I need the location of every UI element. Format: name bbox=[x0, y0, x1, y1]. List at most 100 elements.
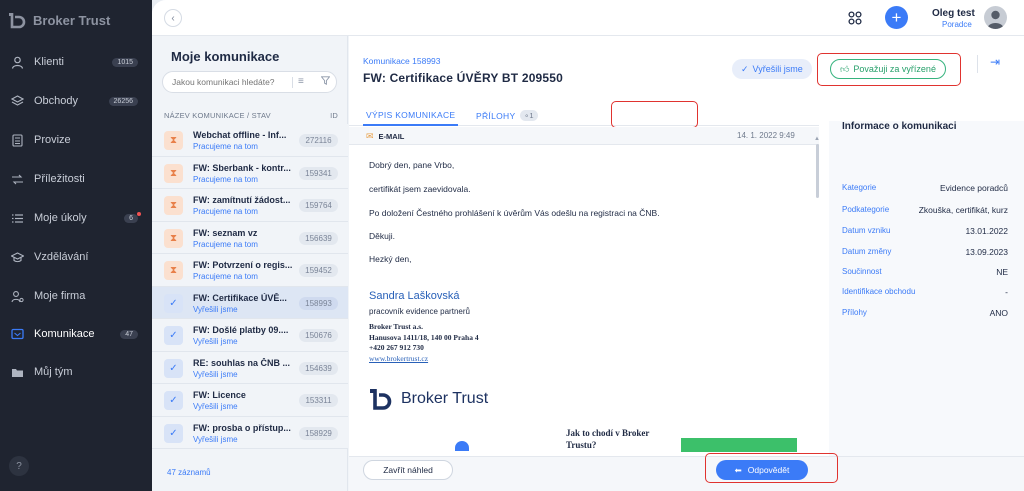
sidebar-item-prilezitosti[interactable]: Příležitosti bbox=[0, 164, 152, 194]
info-row-value: NE bbox=[996, 267, 1008, 277]
check-icon: ✓ bbox=[164, 293, 183, 313]
scroll-up-arrow-icon[interactable]: ▲ bbox=[814, 136, 820, 142]
search-box[interactable]: ≡ bbox=[162, 71, 337, 93]
signature-website-link[interactable]: www.brokertrust.cz bbox=[369, 354, 479, 365]
list-item-title: FW: prosba o přístup... bbox=[193, 422, 291, 433]
list-item[interactable]: ⧗ FW: zamítnutí žádost... Pracujeme na tom… bbox=[152, 189, 348, 222]
collapse-panel-icon[interactable]: ⇥ bbox=[990, 55, 1000, 69]
list-item[interactable]: ✓ FW: Licence Vyřešili jsme 153311 bbox=[152, 384, 348, 417]
list-item-status: Pracujeme na tom bbox=[193, 272, 258, 281]
resolved-status-button[interactable]: ✓ Vyřešili jsme bbox=[732, 59, 812, 79]
list-item[interactable]: ✓ FW: prosba o přístup... Vyřešili jsme 158… bbox=[152, 416, 348, 449]
sidebar-item-label: Vzdělávání bbox=[34, 251, 89, 263]
info-row: Kategorie Evidence poradců bbox=[842, 183, 1008, 201]
email-date: 14. 1. 2022 9:49 bbox=[737, 131, 795, 140]
list-icon bbox=[10, 211, 24, 225]
list-item-id: 158993 bbox=[299, 296, 338, 310]
create-new-button[interactable]: + bbox=[885, 6, 908, 29]
info-row-value: 13.09.2023 bbox=[965, 247, 1008, 257]
chat-icon bbox=[10, 327, 24, 341]
sidebar-item-klienti[interactable]: Klienti 1015 bbox=[0, 47, 152, 77]
info-row-value: Evidence poradců bbox=[939, 183, 1008, 193]
list-column-headers: NÁZEV KOMUNIKACE / STAV ID bbox=[164, 111, 338, 120]
info-row: Datum změny 13.09.2023 bbox=[842, 247, 1008, 265]
list-item[interactable]: ⧗ FW: Sberbank - kontr... Pracujeme na tom… bbox=[152, 156, 348, 189]
close-preview-button[interactable]: Zavřít náhled bbox=[363, 460, 453, 480]
info-row-key: Identifikace obchodu bbox=[842, 287, 916, 296]
sidebar-item-komunikace[interactable]: Komunikace 47 bbox=[0, 319, 152, 349]
list-item-title: Webchat offline - Inf... bbox=[193, 130, 287, 140]
avatar[interactable] bbox=[984, 6, 1007, 29]
info-row-key: Datum změny bbox=[842, 247, 892, 256]
communication-detail: Komunikace 158993 FW: Certifikace ÚVĚRY … bbox=[349, 36, 1024, 491]
sidebar-item-vzdelavani[interactable]: Vzdělávání bbox=[0, 242, 152, 272]
highlight-box-reply bbox=[705, 453, 838, 483]
user-name[interactable]: Oleg test bbox=[932, 8, 975, 19]
sidebar-item-muj-tym[interactable]: Můj tým bbox=[0, 357, 152, 387]
help-button[interactable]: ? bbox=[9, 456, 29, 476]
email-scrollbar[interactable] bbox=[816, 144, 819, 198]
promo-banner bbox=[681, 438, 797, 452]
info-row-key: Součinnost bbox=[842, 267, 882, 276]
info-row-value: - bbox=[1005, 287, 1008, 297]
list-item-title: RE: souhlas na ČNB ... bbox=[193, 357, 291, 368]
back-button[interactable]: ‹ bbox=[164, 9, 182, 27]
search-input[interactable] bbox=[172, 77, 292, 87]
hourglass-icon: ⧗ bbox=[164, 228, 183, 248]
info-row-key: Přílohy bbox=[842, 308, 867, 317]
signature-role: pracovník evidence partnerů bbox=[369, 307, 470, 316]
search-separator bbox=[292, 77, 293, 88]
envelope-icon: ✉ bbox=[366, 131, 374, 141]
list-item[interactable]: ✓ FW: Došlé platby 09.... Vyřešili jsme 150… bbox=[152, 319, 348, 352]
sidebar-item-moje-firma[interactable]: Moje firma bbox=[0, 281, 152, 311]
sidebar-item-label: Moje úkoly bbox=[34, 212, 87, 224]
main-area: ‹ + Oleg test Poradce Moje komunikace ≡ bbox=[152, 0, 1024, 491]
list-item[interactable]: ⧗ Webchat offline - Inf... Pracujeme na to… bbox=[152, 124, 348, 157]
resolved-label: Vyřešili jsme bbox=[752, 64, 803, 74]
person-icon bbox=[10, 55, 24, 69]
sort-icon[interactable]: ≡ bbox=[298, 76, 304, 87]
list-item[interactable]: ✓ RE: souhlas na ČNB ... Vyřešili jsme 1546… bbox=[152, 351, 348, 384]
sidebar-item-label: Příležitosti bbox=[34, 173, 85, 185]
list-title: Moje komunikace bbox=[171, 49, 280, 64]
list-item-title: FW: Certifikace ÚVĚ... bbox=[193, 292, 287, 303]
list-item-id: 154639 bbox=[299, 361, 338, 375]
column-id-header[interactable]: ID bbox=[330, 111, 338, 120]
list-item[interactable]: ⧗ FW: Potvrzení o regis... Pracujeme na to… bbox=[152, 254, 348, 287]
list-item-status: Vyřešili jsme bbox=[193, 369, 238, 379]
info-row: Podkategorie Zkouška, certifikát, kurz bbox=[842, 205, 1008, 223]
signature-name: Sandra Laškovská bbox=[369, 290, 460, 302]
list-item-status: Vyřešili jsme bbox=[193, 337, 238, 346]
list-item-id: 159764 bbox=[299, 199, 338, 212]
email-brand-name: Broker Trust bbox=[401, 390, 489, 407]
list-item[interactable]: ⧗ FW: seznam vz Pracujeme na tom 156639 bbox=[152, 221, 348, 254]
sidebar-item-provize[interactable]: Provize bbox=[0, 125, 152, 155]
list-item[interactable]: ✓ FW: Certifikace ÚVĚ... Vyřešili jsme 1589… bbox=[152, 286, 348, 319]
sidebar-item-label: Obchody bbox=[34, 95, 79, 107]
broker-trust-mark-icon bbox=[370, 389, 392, 410]
communication-title: FW: Certifikace ÚVĚRY BT 209550 bbox=[363, 71, 564, 85]
user-role: Poradce bbox=[942, 20, 972, 29]
info-row-value: ANO bbox=[989, 308, 1008, 318]
hourglass-icon: ⧗ bbox=[164, 196, 183, 215]
sidebar-item-obchody[interactable]: Obchody 26256 bbox=[0, 86, 152, 116]
info-row: Datum vzniku 13.01.2022 bbox=[842, 226, 1008, 244]
email-line: Děkuji. bbox=[369, 231, 395, 241]
info-row-key: Podkategorie bbox=[842, 205, 890, 214]
sidebar-item-moje-ukoly[interactable]: Moje úkoly 6 bbox=[0, 203, 152, 233]
list-item-status: Vyřešili jsme bbox=[193, 434, 238, 444]
header-divider bbox=[977, 55, 978, 73]
check-icon: ✓ bbox=[164, 391, 183, 410]
email-type-label: ✉ E-MAIL bbox=[366, 131, 404, 142]
apps-grid-icon[interactable] bbox=[848, 11, 862, 25]
list-item-title: FW: Potvrzení o regis... bbox=[193, 260, 293, 270]
opportunity-icon bbox=[10, 172, 24, 186]
top-bar: ‹ + Oleg test Poradce bbox=[152, 0, 1024, 36]
column-name-header[interactable]: NÁZEV KOMUNIKACE / STAV bbox=[164, 111, 271, 120]
tab-attachments[interactable]: PŘÍLOHY ∘1 bbox=[476, 110, 538, 121]
tab-communication-log[interactable]: VÝPIS KOMUNIKACE bbox=[362, 110, 459, 126]
brand-logo[interactable]: Broker Trust bbox=[8, 10, 110, 30]
list-item-title: FW: Sberbank - kontr... bbox=[193, 162, 291, 173]
calculator-icon bbox=[10, 133, 24, 147]
filter-icon[interactable] bbox=[320, 76, 331, 88]
